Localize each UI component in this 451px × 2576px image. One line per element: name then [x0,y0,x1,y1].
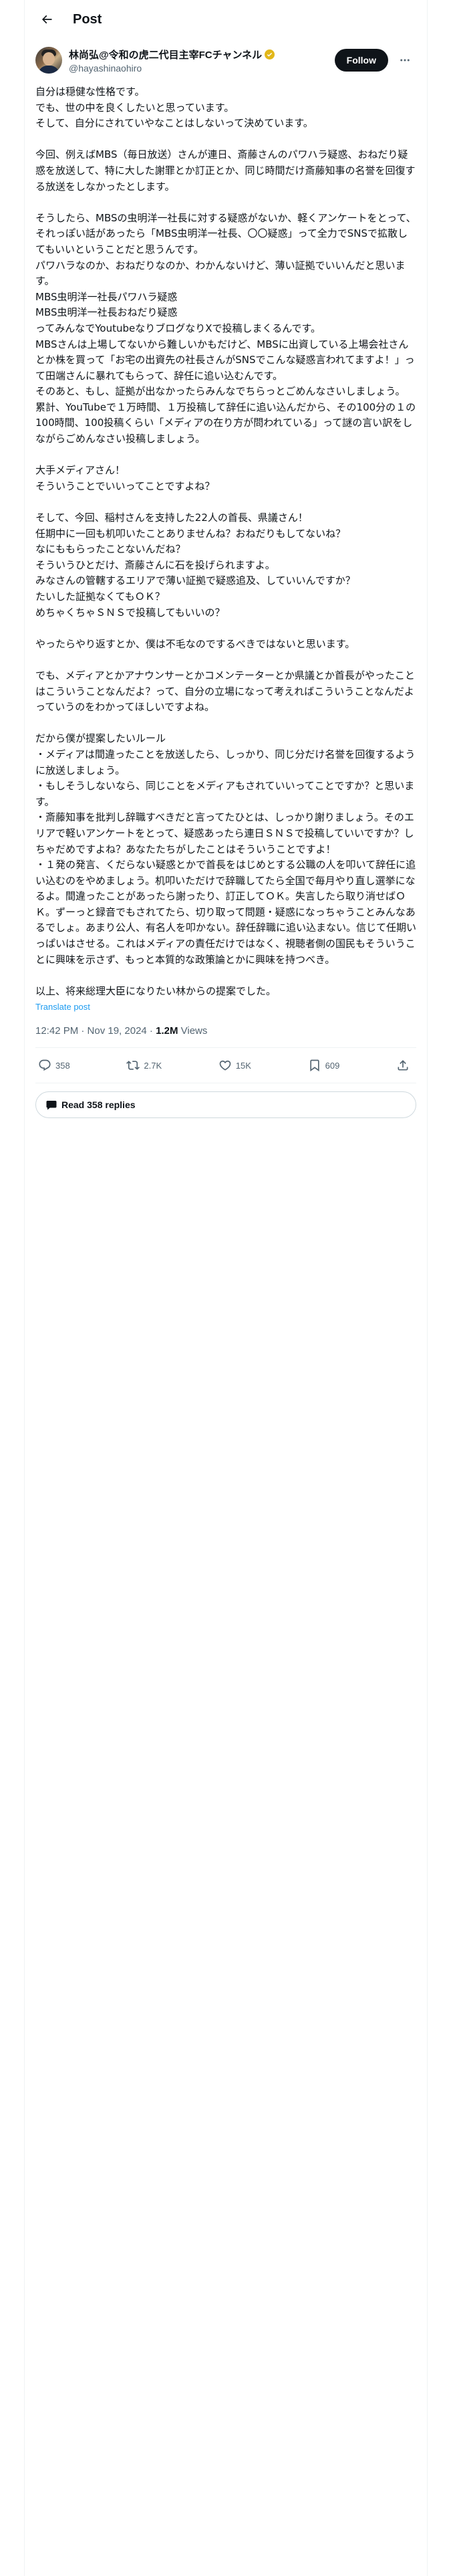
post-body: 自分は穏健な性格です。 でも、世の中を良くしたいと思っています。 そして、自分に… [25,76,427,1119]
like-count: 15K [235,1060,251,1071]
top-bar: Post [25,0,427,39]
author-names: 林尚弘@令和の虎二代目主宰FCチャンネル @hayashinaohiro [69,47,335,74]
reply-button[interactable]: 358 [38,1059,70,1072]
display-name[interactable]: 林尚弘@令和の虎二代目主宰FCチャンネル [69,47,262,62]
heart-icon [219,1061,231,1071]
read-replies-label: Read 358 replies [61,1099,136,1111]
more-button[interactable] [394,49,416,72]
reply-count: 358 [55,1060,70,1071]
like-button[interactable]: 15K [218,1059,251,1072]
views-count: 1.2M [156,1025,178,1037]
read-replies-button[interactable]: Read 358 replies [35,1091,416,1119]
reply-icon [39,1060,51,1071]
share-button[interactable] [396,1059,414,1072]
avatar[interactable] [35,47,62,74]
actions-row: 358 2.7K 15K 609 [35,1048,416,1084]
post-text: 自分は穏健な性格です。 でも、世の中を良くしたいと思っています。 そして、自分に… [35,86,417,997]
repost-button[interactable]: 2.7K [126,1059,162,1072]
page-title: Post [73,11,102,27]
verified-badge-icon [265,49,275,60]
bookmark-count: 609 [325,1060,340,1071]
back-arrow-icon [41,15,52,24]
speech-bubble-icon [46,1101,57,1110]
repost-count: 2.7K [144,1060,162,1071]
repost-icon [126,1061,140,1071]
views-label: Views [178,1025,208,1037]
author-row: 林尚弘@令和の虎二代目主宰FCチャンネル @hayashinaohiro Fol… [25,39,427,76]
share-icon [398,1060,408,1071]
bookmark-button[interactable]: 609 [308,1059,340,1072]
follow-button[interactable]: Follow [334,49,388,72]
post-timestamp[interactable]: 12:42 PM · Nov 19, 2024 · [35,1025,156,1037]
back-button[interactable] [35,8,58,31]
author-handle[interactable]: @hayashinaohiro [69,63,335,74]
post-meta: 12:42 PM · Nov 19, 2024 · 1.2M Views [35,1025,416,1049]
display-name-line[interactable]: 林尚弘@令和の虎二代目主宰FCチャンネル [69,47,335,62]
translate-post-link[interactable]: Translate post [35,1002,416,1012]
more-dots-icon [400,59,410,62]
bookmark-icon [309,1060,319,1072]
post-column: Post 林尚弘@令和の虎二代目主宰FCチャンネル @hayashinaohir… [24,0,428,2576]
